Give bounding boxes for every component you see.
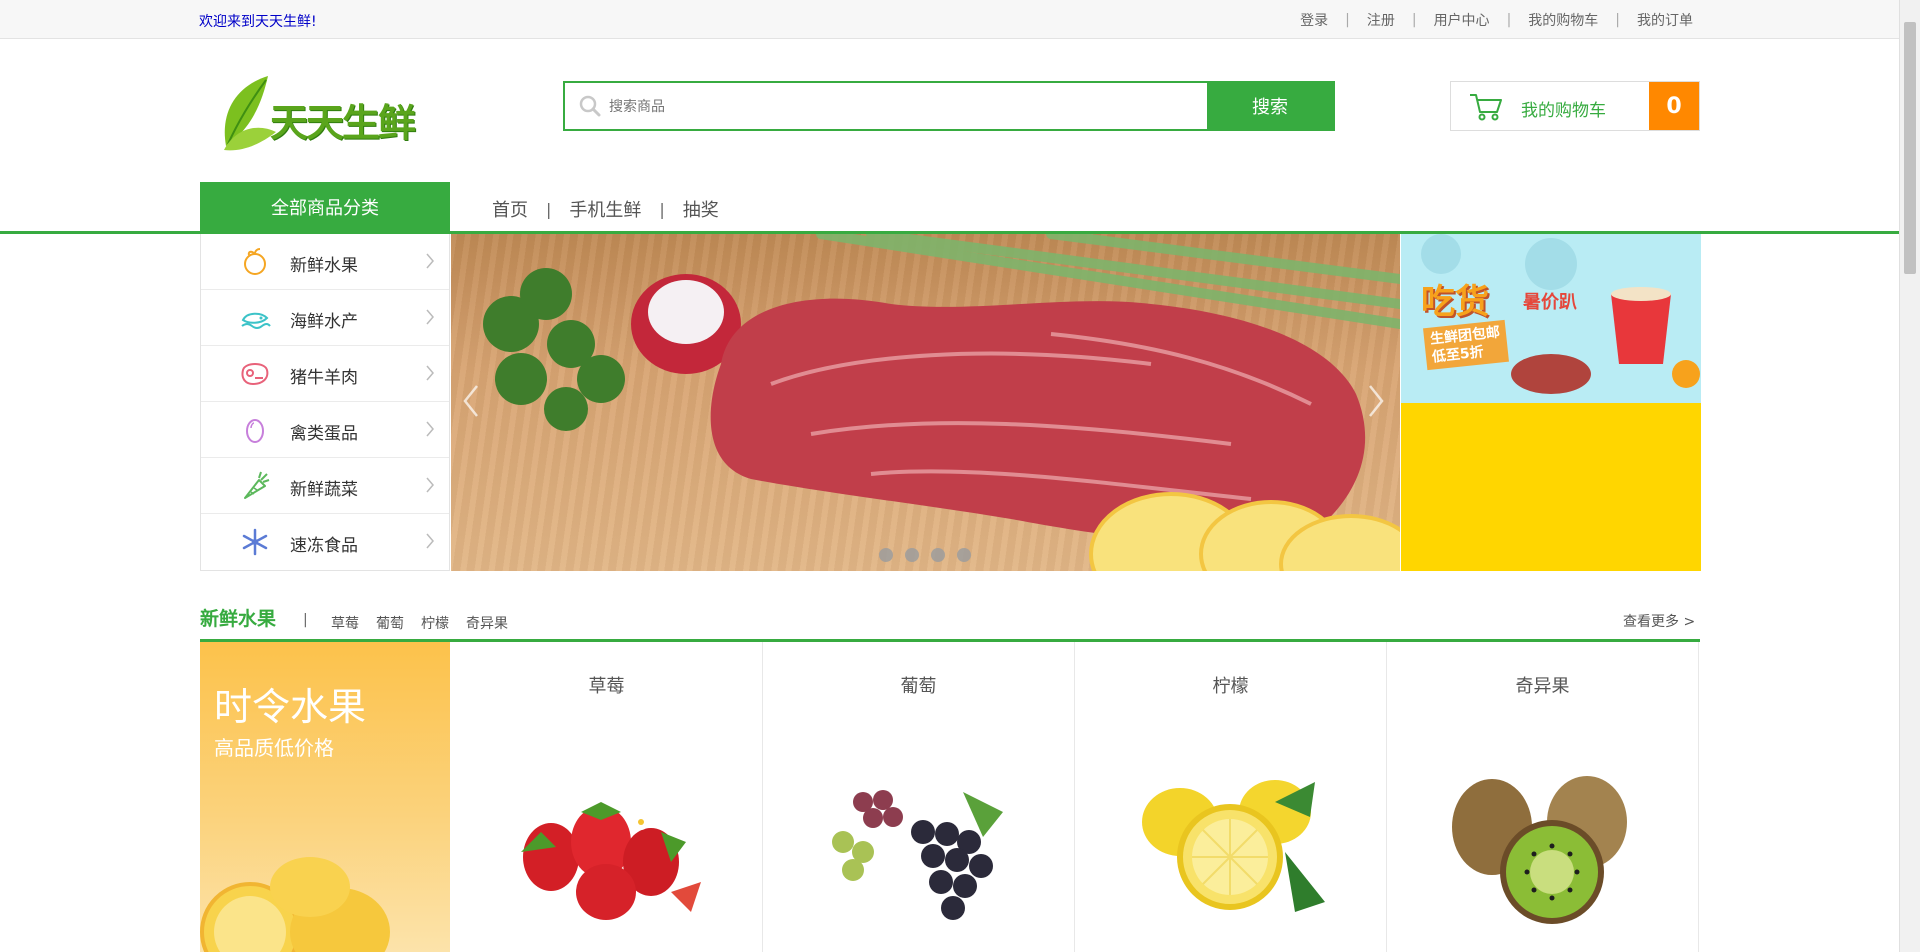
steak-image xyxy=(483,234,1400,571)
search-field[interactable] xyxy=(565,83,1229,129)
ad-tag: 生鲜团包邮 低至5折 xyxy=(1423,319,1509,371)
category-label: 猪牛羊肉 xyxy=(290,368,358,388)
category-label: 新鲜蔬菜 xyxy=(290,480,358,500)
category-item-meat[interactable]: 猪牛羊肉 xyxy=(201,346,449,402)
product-card[interactable]: 葡萄 xyxy=(763,642,1075,952)
search-icon xyxy=(579,95,601,117)
carousel-dot[interactable] xyxy=(879,548,893,562)
product-grid: 草莓 葡萄 柠檬 奇异果 xyxy=(451,642,1701,952)
top-bar: 欢迎来到天天生鲜! 登录 | 注册 | 用户中心 | 我的购物车 | 我的订单 xyxy=(0,0,1899,39)
product-name[interactable]: 柠檬 xyxy=(1075,672,1386,698)
my-orders-link[interactable]: 我的订单 xyxy=(1637,10,1693,30)
carousel-prev-icon[interactable] xyxy=(461,384,481,418)
page-scrollbar[interactable] xyxy=(1899,0,1920,952)
carousel-next-icon[interactable] xyxy=(1366,384,1386,418)
category-item-frozen[interactable]: 速冻食品 xyxy=(201,514,449,570)
chevron-right-icon xyxy=(426,365,434,381)
search-input[interactable] xyxy=(609,83,1229,129)
leaf-logo-icon xyxy=(224,76,276,151)
cart-count-badge: 0 xyxy=(1649,82,1699,130)
egg-icon xyxy=(246,419,264,443)
sublink-kiwi[interactable]: 奇异果 xyxy=(466,613,508,633)
nav-lottery[interactable]: 抽奖 xyxy=(683,196,719,222)
divider: | xyxy=(546,199,552,219)
grape-image xyxy=(832,790,1003,920)
product-name[interactable]: 草莓 xyxy=(451,672,762,698)
strawberry-image[interactable] xyxy=(501,762,711,932)
login-link[interactable]: 登录 xyxy=(1300,10,1328,30)
product-name[interactable]: 奇异果 xyxy=(1387,672,1698,698)
chevron-right-icon xyxy=(426,421,434,437)
lemon-promo-image xyxy=(200,857,390,952)
chevron-right-icon xyxy=(426,533,434,549)
top-links: 登录 | 注册 | 用户中心 | 我的购物车 | 我的订单 xyxy=(1300,10,1693,30)
site-logo[interactable]: 天天生鲜 xyxy=(218,72,416,152)
main-nav: 首页 | 手机生鲜 | 抽奖 xyxy=(492,196,719,222)
nav-mobile-fresh[interactable]: 手机生鲜 xyxy=(569,196,641,222)
ad-title: 吃货 xyxy=(1421,282,1489,322)
category-label: 海鲜水产 xyxy=(290,312,358,332)
user-center-link[interactable]: 用户中心 xyxy=(1434,10,1490,30)
register-link[interactable]: 注册 xyxy=(1367,10,1395,30)
fruit-icon xyxy=(244,248,266,275)
category-label: 新鲜水果 xyxy=(290,256,358,276)
category-label: 禽类蛋品 xyxy=(290,424,358,444)
divider: | xyxy=(1345,12,1350,28)
frozen-icon xyxy=(242,528,268,556)
seasonal-fruit-promo[interactable]: 时令水果 高品质低价格 xyxy=(200,642,450,952)
scrollbar-thumb[interactable] xyxy=(1904,22,1916,274)
category-sidebar: 新鲜水果 海鲜水产 猪牛羊肉 禽类蛋品 新鲜蔬菜 速冻食品 xyxy=(200,234,450,571)
cart-box[interactable]: 我的购物车 0 xyxy=(1450,81,1700,131)
chevron-right-icon xyxy=(426,253,434,269)
welcome-text: 欢迎来到天天生鲜! xyxy=(199,14,317,30)
sublink-grape[interactable]: 葡萄 xyxy=(376,613,404,633)
carousel-dot[interactable] xyxy=(957,548,971,562)
sublink-strawberry[interactable]: 草莓 xyxy=(331,613,359,633)
seafood-icon xyxy=(241,312,271,329)
lemon-image xyxy=(1142,780,1325,912)
meat-icon xyxy=(241,363,269,386)
shopping-cart-icon xyxy=(1470,94,1502,121)
ad-subtitle: 暑价趴 xyxy=(1523,292,1577,313)
my-cart-link[interactable]: 我的购物车 xyxy=(1528,10,1598,30)
divider: | xyxy=(1506,12,1512,28)
category-item-eggs[interactable]: 禽类蛋品 xyxy=(201,402,449,458)
category-item-seafood[interactable]: 海鲜水产 xyxy=(201,290,449,346)
view-more-link[interactable]: 查看更多 > xyxy=(1623,611,1695,631)
all-categories-button[interactable]: 全部商品分类 xyxy=(200,182,450,232)
section-sublinks: 草莓 葡萄 柠檬 奇异果 xyxy=(331,613,508,633)
product-card[interactable]: 柠檬 xyxy=(1075,642,1387,952)
carousel-dot[interactable] xyxy=(931,548,945,562)
yellow-ad-banner[interactable] xyxy=(1401,403,1701,571)
promo-ad-banner[interactable]: 吃货 暑价趴 生鲜团包邮 低至5折 xyxy=(1401,234,1701,403)
category-label: 速冻食品 xyxy=(290,536,358,556)
nav-home[interactable]: 首页 xyxy=(492,196,528,222)
divider: | xyxy=(303,612,308,628)
carousel-dot[interactable] xyxy=(905,548,919,562)
chevron-right-icon xyxy=(426,309,434,325)
chevron-right-icon xyxy=(426,477,434,493)
carousel-indicators xyxy=(879,548,971,562)
category-item-vegetables[interactable]: 新鲜蔬菜 xyxy=(201,458,449,514)
search-bar: 搜索 xyxy=(563,81,1335,131)
divider: | xyxy=(1411,12,1417,28)
divider: | xyxy=(659,199,665,219)
product-name[interactable]: 葡萄 xyxy=(763,672,1074,698)
divider: | xyxy=(1615,12,1620,28)
kiwi-image xyxy=(1452,776,1627,924)
cart-label: 我的购物车 xyxy=(1521,101,1606,121)
vegetable-icon xyxy=(244,471,270,499)
product-card[interactable]: 奇异果 xyxy=(1387,642,1699,952)
category-item-fruit[interactable]: 新鲜水果 xyxy=(201,234,449,290)
hero-carousel[interactable] xyxy=(451,234,1400,571)
sublink-lemon[interactable]: 柠檬 xyxy=(421,613,449,633)
section-title[interactable]: 新鲜水果 xyxy=(200,604,276,631)
logo-text: 天天生鲜 xyxy=(270,101,416,145)
product-card[interactable]: 草莓 xyxy=(451,642,763,952)
